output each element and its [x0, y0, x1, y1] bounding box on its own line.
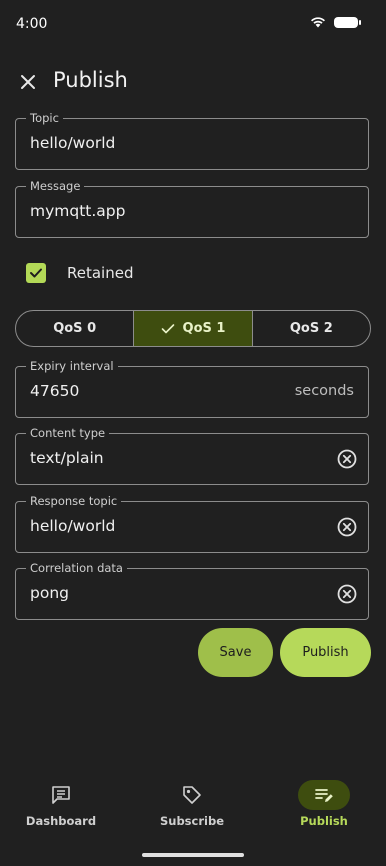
- expiry-interval-label: Expiry interval: [26, 358, 118, 374]
- publish-button[interactable]: Publish: [280, 628, 371, 677]
- expiry-unit: seconds: [294, 383, 354, 399]
- correlation-data-label: Correlation data: [26, 560, 127, 576]
- clear-correlation-data-icon[interactable]: [336, 583, 358, 605]
- status-time: 4:00: [16, 16, 48, 32]
- wifi-icon: [311, 17, 325, 28]
- dashboard-icon: [52, 786, 70, 804]
- retained-row: Retained: [26, 260, 133, 286]
- qos-selector: QoS 0 QoS 1 QoS 2: [15, 310, 371, 347]
- nav-label-subscribe: Subscribe: [159, 814, 224, 828]
- topic-value: hello/world: [30, 134, 116, 152]
- qos-1-option[interactable]: QoS 1: [133, 311, 252, 346]
- page-title: Publish: [53, 68, 128, 92]
- check-icon: [30, 268, 42, 278]
- save-button[interactable]: Save: [198, 628, 273, 677]
- message-value: mymqtt.app: [30, 202, 126, 220]
- bottom-navigation: Dashboard Subscribe Publish: [0, 770, 386, 840]
- qos-0-option[interactable]: QoS 0: [16, 311, 133, 346]
- retained-checkbox[interactable]: [26, 263, 46, 283]
- content-type-value: text/plain: [30, 449, 104, 467]
- topic-field[interactable]: Topic hello/world: [15, 110, 369, 170]
- tag-icon: [183, 786, 201, 804]
- status-icons: [310, 16, 361, 28]
- message-label: Message: [26, 178, 85, 194]
- response-topic-label: Response topic: [26, 493, 122, 509]
- expiry-interval-value: 47650: [30, 382, 80, 400]
- qos-1-label: QoS 1: [182, 321, 226, 336]
- qos-2-option[interactable]: QoS 2: [251, 311, 370, 346]
- nav-item-publish[interactable]: Publish: [274, 770, 374, 834]
- nav-item-subscribe[interactable]: Subscribe: [142, 770, 242, 834]
- check-icon: [161, 323, 174, 333]
- clear-response-topic-icon[interactable]: [336, 516, 358, 538]
- response-topic-field[interactable]: Response topic hello/world: [15, 493, 369, 553]
- nav-item-dashboard[interactable]: Dashboard: [11, 770, 111, 834]
- home-indicator: [142, 853, 244, 857]
- correlation-data-field[interactable]: Correlation data pong: [15, 560, 369, 620]
- close-button[interactable]: [14, 68, 42, 96]
- close-icon: [21, 75, 35, 89]
- correlation-data-value: pong: [30, 584, 69, 602]
- nav-label-publish: Publish: [300, 814, 348, 828]
- nav-label-dashboard: Dashboard: [25, 814, 97, 828]
- retained-label: Retained: [67, 264, 134, 282]
- qos-2-label: QoS 2: [289, 321, 333, 336]
- topic-label: Topic: [26, 110, 63, 126]
- clear-content-type-icon[interactable]: [336, 448, 358, 470]
- content-type-label: Content type: [26, 425, 110, 441]
- publish-icon: [315, 789, 333, 802]
- expiry-interval-field[interactable]: Expiry interval 47650 seconds: [15, 358, 369, 418]
- response-topic-value: hello/world: [30, 517, 116, 535]
- status-bar: 4:00: [0, 0, 386, 50]
- message-field[interactable]: Message mymqtt.app: [15, 178, 369, 238]
- battery-icon: [334, 16, 361, 28]
- qos-0-label: QoS 0: [53, 321, 97, 336]
- content-type-field[interactable]: Content type text/plain: [15, 425, 369, 485]
- app-bar: Publish: [0, 60, 386, 104]
